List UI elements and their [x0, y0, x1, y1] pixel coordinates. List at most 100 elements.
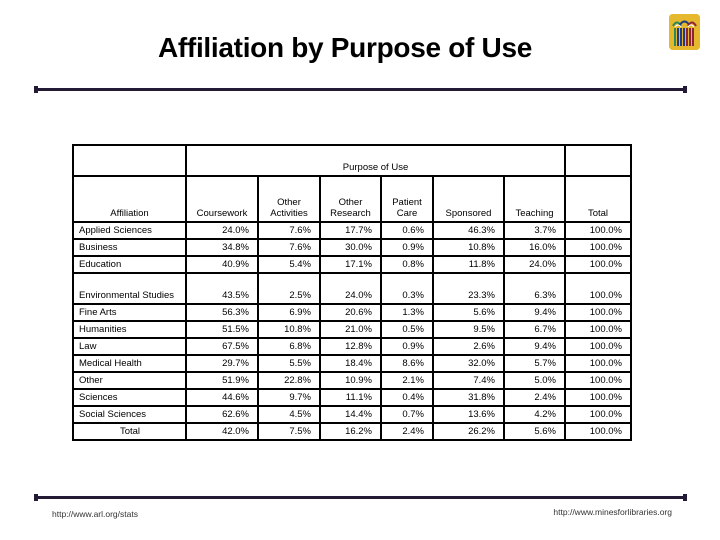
cell-value: 12.8% — [319, 337, 382, 356]
cell-value: 4.2% — [503, 405, 566, 424]
table-row: Education 40.9% 5.4% 17.1% 0.8% 11.8% 24.0% 100… — [72, 255, 632, 274]
cell-value: 0.3% — [380, 272, 434, 305]
cell-value: 5.0% — [503, 371, 566, 390]
cell-value: 24.0% — [503, 255, 566, 274]
cell-value: 17.7% — [319, 221, 382, 240]
cell-value: 5.4% — [257, 255, 321, 274]
cell-value: 62.6% — [185, 405, 259, 424]
footer-url-arl[interactable]: http://www.arl.org/stats — [52, 509, 138, 519]
row-label: Social Sciences — [72, 405, 187, 424]
cell-value: 17.1% — [319, 255, 382, 274]
cell-value: 0.8% — [380, 255, 434, 274]
cell-value: 9.4% — [503, 303, 566, 322]
cell-value: 56.3% — [185, 303, 259, 322]
row-header: Affiliation — [72, 175, 187, 223]
footer-divider — [34, 494, 687, 501]
cell-value: 100.0% — [564, 354, 632, 373]
column-header: Sponsored — [432, 175, 505, 223]
cell-value: 13.6% — [432, 405, 505, 424]
cell-value: 5.7% — [503, 354, 566, 373]
cell-value: 10.8% — [432, 238, 505, 257]
total-value: 100.0% — [564, 422, 632, 441]
table-row: Applied Sciences 24.0% 7.6% 17.7% 0.6% 46.3% 3… — [72, 221, 632, 240]
column-header-row: Affiliation Coursework Other Activities … — [72, 175, 632, 223]
cell-value: 11.1% — [319, 388, 382, 407]
cell-value: 23.3% — [432, 272, 505, 305]
cell-value: 22.8% — [257, 371, 321, 390]
cell-value: 51.9% — [185, 371, 259, 390]
cell-value: 7.4% — [432, 371, 505, 390]
cell-value: 0.4% — [380, 388, 434, 407]
row-label: Humanities — [72, 320, 187, 339]
total-value: 16.2% — [319, 422, 382, 441]
cell-value: 24.0% — [185, 221, 259, 240]
cell-value: 3.7% — [503, 221, 566, 240]
cell-value: 10.8% — [257, 320, 321, 339]
cell-value: 29.7% — [185, 354, 259, 373]
cell-value: 10.9% — [319, 371, 382, 390]
column-header: Other Activities — [257, 175, 321, 223]
cell-value: 0.9% — [380, 238, 434, 257]
cell-value: 20.6% — [319, 303, 382, 322]
table-row: Sciences 44.6% 9.7% 11.1% 0.4% 31.8% 2.4% 100.0… — [72, 388, 632, 407]
cell-value: 6.7% — [503, 320, 566, 339]
cell-value: 9.7% — [257, 388, 321, 407]
cell-value: 21.0% — [319, 320, 382, 339]
cell-value: 100.0% — [564, 303, 632, 322]
cell-value: 2.1% — [380, 371, 434, 390]
row-label: Education — [72, 255, 187, 274]
column-header: Patient Care — [380, 175, 434, 223]
cell-value: 24.0% — [319, 272, 382, 305]
cell-value: 0.5% — [380, 320, 434, 339]
cell-value: 100.0% — [564, 238, 632, 257]
affiliation-purpose-table: Purpose of Use Affiliation Coursework Ot… — [72, 144, 632, 441]
row-label: Environmental Studies — [72, 272, 187, 305]
row-label: Other — [72, 371, 187, 390]
cell-value: 6.9% — [257, 303, 321, 322]
cell-value: 9.5% — [432, 320, 505, 339]
table-row: Medical Health 29.7% 5.5% 18.4% 8.6% 32.0% 5.7… — [72, 354, 632, 373]
cell-value: 2.4% — [503, 388, 566, 407]
slide-title: Affiliation by Purpose of Use — [157, 32, 532, 63]
total-group-cell — [564, 144, 632, 177]
cell-value: 2.5% — [257, 272, 321, 305]
cell-value: 7.6% — [257, 238, 321, 257]
total-row: Total 42.0% 7.5% 16.2% 2.4% 26.2% 5.6% 100.0% — [72, 422, 632, 441]
library-arches-icon — [669, 14, 700, 50]
cell-value: 5.5% — [257, 354, 321, 373]
arl-logo-icon — [669, 14, 700, 50]
cell-value: 7.6% — [257, 221, 321, 240]
cell-value: 5.6% — [432, 303, 505, 322]
cell-value: 6.8% — [257, 337, 321, 356]
cell-value: 43.5% — [185, 272, 259, 305]
footer-url-mines[interactable]: http://www.minesforlibraries.org — [553, 507, 672, 517]
cell-value: 100.0% — [564, 371, 632, 390]
cell-value: 100.0% — [564, 272, 632, 305]
cell-value: 8.6% — [380, 354, 434, 373]
cell-value: 18.4% — [319, 354, 382, 373]
total-value: 2.4% — [380, 422, 434, 441]
table-row: Business 34.8% 7.6% 30.0% 0.9% 10.8% 16.0% 100.… — [72, 238, 632, 257]
cell-value: 100.0% — [564, 255, 632, 274]
row-label: Law — [72, 337, 187, 356]
table-row: Environmental Studies 43.5% 2.5% 24.0% 0.3% 2… — [72, 272, 632, 305]
cell-value: 46.3% — [432, 221, 505, 240]
cell-value: 100.0% — [564, 388, 632, 407]
cell-value: 0.9% — [380, 337, 434, 356]
header-divider — [34, 86, 687, 93]
cell-value: 100.0% — [564, 405, 632, 424]
cell-value: 100.0% — [564, 337, 632, 356]
column-header: Other Research — [319, 175, 382, 223]
table-row: Social Sciences 62.6% 4.5% 14.4% 0.7% 13.6% 4.… — [72, 405, 632, 424]
cell-value: 6.3% — [503, 272, 566, 305]
cell-value: 67.5% — [185, 337, 259, 356]
row-label: Medical Health — [72, 354, 187, 373]
column-header: Coursework — [185, 175, 259, 223]
group-header-row: Purpose of Use — [72, 144, 632, 177]
cell-value: 32.0% — [432, 354, 505, 373]
table-row: Other 51.9% 22.8% 10.9% 2.1% 7.4% 5.0% 100.0% — [72, 371, 632, 390]
cell-value: 30.0% — [319, 238, 382, 257]
total-value: 42.0% — [185, 422, 259, 441]
cell-value: 11.8% — [432, 255, 505, 274]
row-label: Fine Arts — [72, 303, 187, 322]
